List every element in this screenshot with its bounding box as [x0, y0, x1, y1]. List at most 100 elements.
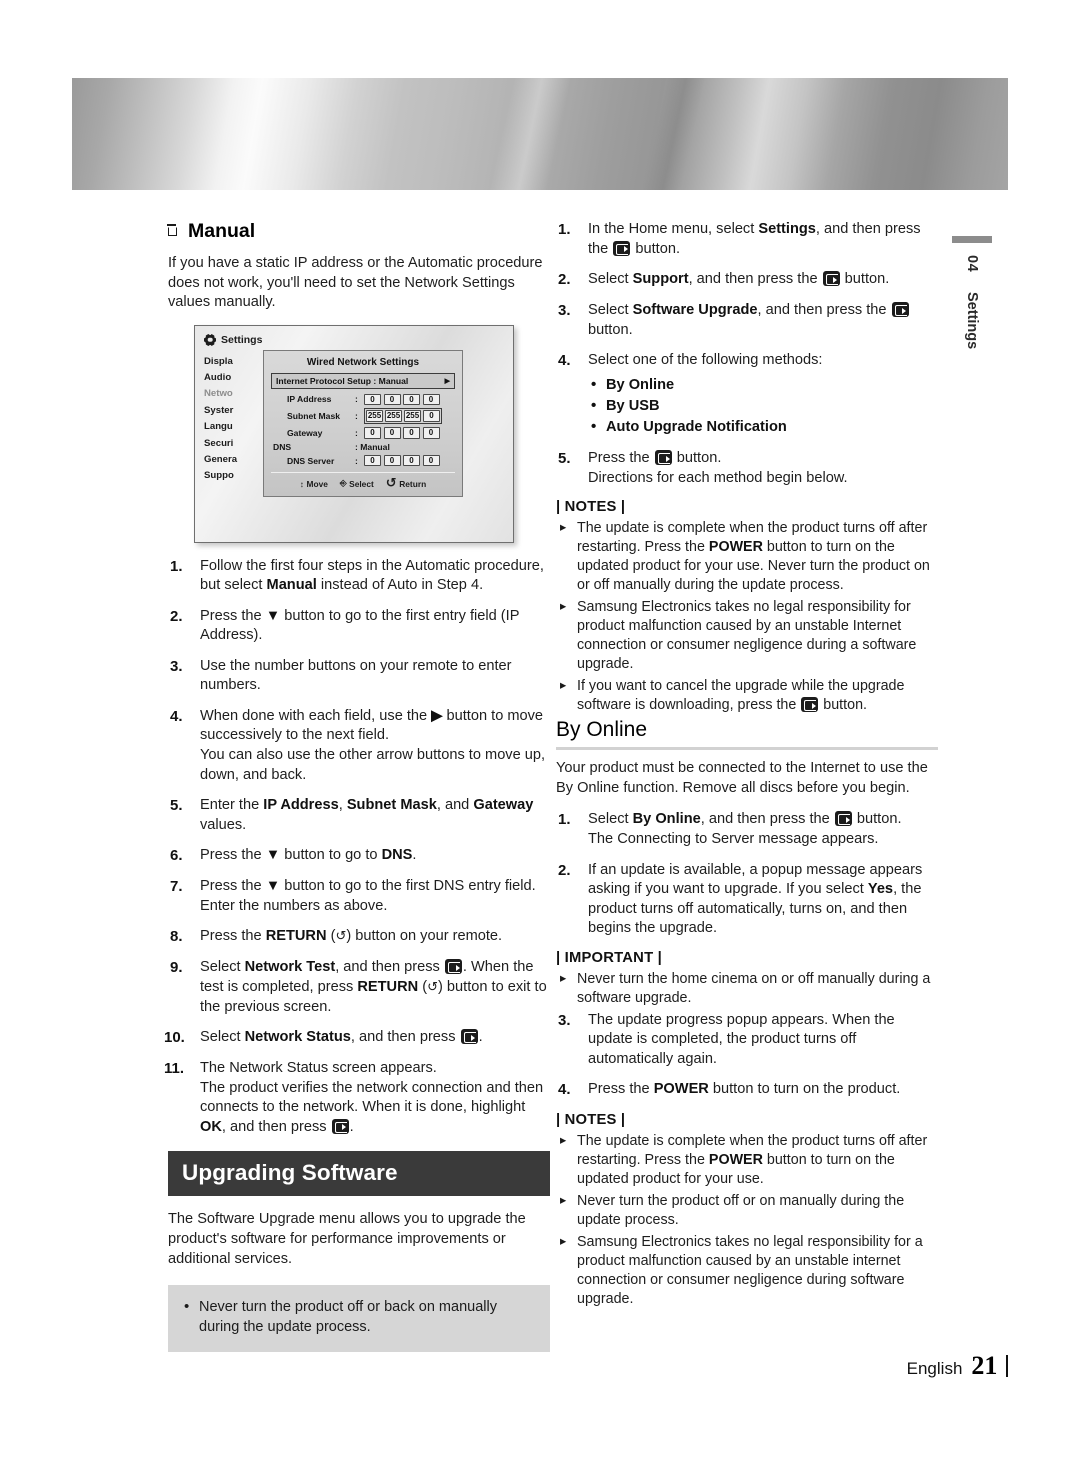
list-item: 1. In the Home menu, select Settings, and…: [556, 220, 938, 259]
list-item: Samsung Electronics takes no legal respo…: [556, 598, 938, 674]
octet-field[interactable]: 0: [364, 427, 381, 439]
octet-field[interactable]: 0: [403, 454, 420, 467]
side-tab-bar: [952, 236, 992, 243]
list-item: 1. Select By Online, and then press the b…: [556, 810, 938, 849]
address-row-colon: :: [355, 427, 358, 438]
octet-field[interactable]: 0: [383, 393, 401, 406]
step-text: In the Home menu, select Settings, and t…: [588, 221, 921, 257]
settings-menu-item[interactable]: Suppo: [204, 470, 272, 481]
step-number: 8.: [170, 928, 183, 946]
address-row[interactable]: Subnet Mask:255 255 255 0: [271, 408, 455, 424]
by-online-intro-text: Your product must be connected to the In…: [556, 760, 928, 796]
step-number: 4.: [558, 1081, 571, 1099]
step-text: The update progress popup appears. When …: [588, 1011, 895, 1067]
address-row-label: Subnet Mask: [287, 411, 341, 422]
octet-field[interactable]: 255: [366, 410, 383, 422]
octet-field[interactable]: 0: [422, 393, 440, 406]
page-footer: English 21: [907, 1351, 1008, 1381]
octet-field[interactable]: 0: [422, 454, 440, 467]
step-text: The Network Status screen appears. The pr…: [200, 1060, 544, 1135]
octet-field[interactable]: 0: [423, 410, 440, 422]
settings-menu-item[interactable]: Genera: [204, 454, 272, 465]
select-hint: ⎆ Select: [339, 478, 374, 489]
list-item: If you want to cancel the upgrade while …: [556, 677, 938, 715]
chapter-number: 04: [964, 255, 980, 273]
octet-group[interactable]: 0000: [364, 454, 440, 467]
step-number: 4.: [558, 352, 571, 370]
settings-menu-item[interactable]: Securi: [204, 438, 272, 449]
settings-menu-item[interactable]: Syster: [204, 405, 272, 416]
step-number: 10.: [164, 1029, 185, 1047]
octet-field[interactable]: 0: [383, 454, 401, 467]
list-item: 6. Press the ▼ button to go to DNS.: [168, 846, 550, 866]
list-item: 9. Select Network Test, and then press . …: [168, 958, 550, 1017]
octet-field[interactable]: 0: [422, 427, 440, 439]
step-number: 5.: [170, 797, 183, 815]
address-row[interactable]: IP Address:0 0 0 0: [271, 393, 455, 406]
octet-field[interactable]: 0: [364, 393, 381, 406]
settings-menu-item[interactable]: Audio: [204, 372, 272, 383]
ip-setup-label: Internet Protocol Setup : Manual: [276, 375, 409, 386]
octet-field[interactable]: 255: [385, 410, 402, 422]
step-number: 3.: [558, 302, 571, 320]
manual-heading-text: Manual: [188, 220, 256, 242]
list-item: 4. Press the POWER button to turn on the …: [556, 1080, 938, 1100]
settings-menu-item[interactable]: Langu: [204, 421, 272, 432]
step-text: If an update is available, a popup messa…: [588, 861, 923, 937]
step-text: Follow the first four steps in the Autom…: [200, 557, 544, 594]
upgrade-caution-box: Never turn the product off or back on ma…: [168, 1285, 550, 1353]
octet-field[interactable]: 255: [404, 410, 421, 422]
step-text: Select Support, and then press the butto…: [588, 271, 890, 288]
step-number: 11.: [164, 1060, 185, 1078]
octet-field[interactable]: 0: [383, 427, 401, 439]
list-item: Auto Upgrade Notification: [588, 416, 938, 438]
octet-group[interactable]: 0000: [364, 393, 440, 406]
list-item: 2. If an update is available, a popup mes…: [556, 861, 938, 939]
list-item: Never turn the product off or on manuall…: [556, 1192, 938, 1230]
by-online-heading: By Online: [556, 718, 648, 742]
step-number: 7.: [170, 878, 183, 896]
list-item: 2. Press the ▼ button to go to the first …: [168, 607, 550, 646]
step-text: Select Network Status, and then press .: [200, 1029, 483, 1046]
dialog-title: Wired Network Settings: [306, 356, 420, 368]
software-upgrade-steps-list: 1. In the Home menu, select Settings, and…: [556, 220, 938, 488]
step-number: 4.: [170, 707, 183, 725]
decorative-banner-image: [72, 78, 1008, 190]
dns-row: DNS : Manual: [271, 442, 455, 452]
upgrading-software-heading: Upgrading Software: [168, 1151, 550, 1197]
step-number: 3.: [170, 657, 183, 675]
figure-settings-label: Settings: [221, 333, 263, 346]
settings-menu-item[interactable]: Displa: [204, 356, 272, 367]
chevron-right-icon: ▶: [444, 377, 450, 385]
figure-footer-hints: ↕ Move ⎆ Select ↺ Return: [271, 472, 455, 491]
footer-page-number: 21: [971, 1351, 998, 1380]
step-number: 3.: [558, 1011, 571, 1029]
dns-server-row[interactable]: DNS Server : 0000: [271, 454, 455, 467]
upgrading-intro-text: The Software Upgrade menu allows you to …: [168, 1211, 526, 1267]
list-item: 3. The update progress popup appears. Whe…: [556, 1011, 938, 1070]
notes-title-2: | NOTES |: [556, 1111, 626, 1128]
left-column: Manual If you have a static IP address o…: [164, 220, 550, 1353]
octet-group[interactable]: 255 255 255 0: [364, 408, 442, 424]
octet-field[interactable]: 0: [364, 454, 381, 467]
dns-value: : Manual: [355, 441, 390, 452]
internet-protocol-setup-row[interactable]: Internet Protocol Setup : Manual ▶: [271, 372, 455, 389]
address-row[interactable]: Gateway:0 0 0 0: [271, 427, 455, 439]
important-title: | IMPORTANT |: [556, 949, 662, 966]
step-text: Press the ▼ button to go to the first en…: [200, 607, 520, 644]
step-text: Select one of the following methods:By O…: [588, 351, 938, 438]
notes-list-1: The update is complete when the product …: [556, 519, 938, 715]
settings-menu-item[interactable]: Netwo: [204, 388, 272, 399]
list-item: 4. Select one of the following methods:By…: [556, 351, 938, 438]
by-online-steps-list-a: 1. Select By Online, and then press the b…: [556, 810, 938, 938]
octet-field[interactable]: 0: [403, 427, 420, 439]
caution-bullet-list: Never turn the product off or back on ma…: [182, 1297, 534, 1337]
step-text: Press the ▼ button to go to DNS.: [200, 847, 417, 864]
step-number: 6.: [170, 847, 183, 865]
octet-group[interactable]: 0000: [364, 427, 440, 439]
octet-field[interactable]: 0: [403, 393, 420, 406]
step-text: Press the ▼ button to go to the first DN…: [200, 878, 536, 914]
chapter-side-tab: 04 Settings: [952, 236, 992, 349]
list-item: By Online: [588, 374, 938, 396]
list-item: By USB: [588, 395, 938, 417]
